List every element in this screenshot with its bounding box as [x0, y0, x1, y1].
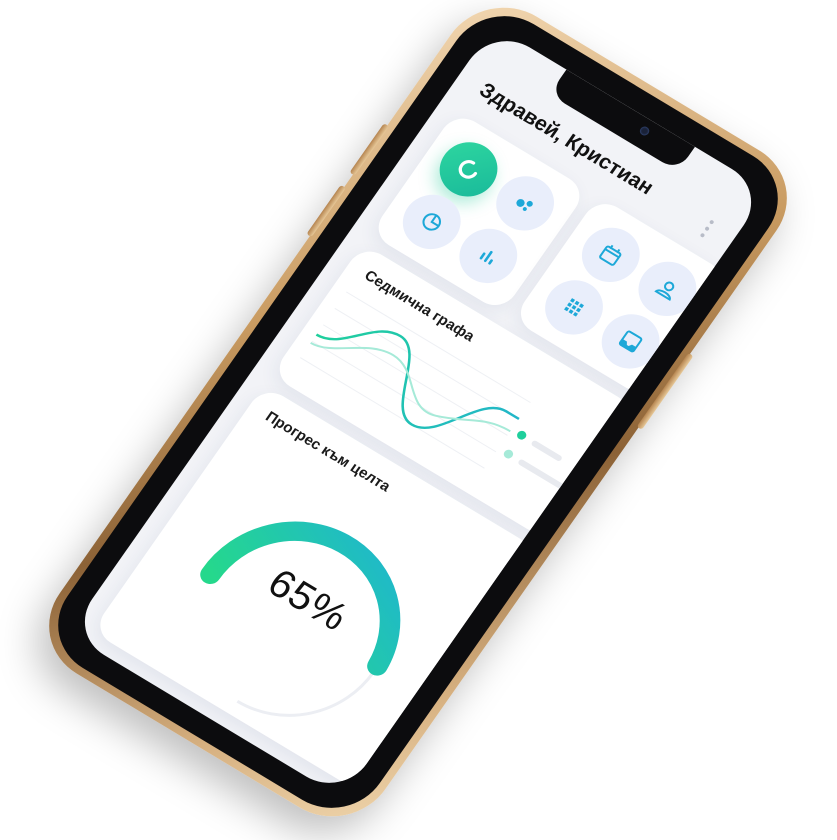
user-icon [654, 281, 675, 302]
bubbles-icon [516, 199, 533, 211]
donut-chart-icon [458, 160, 479, 179]
inbox-icon [618, 330, 643, 353]
phone-device: Здравей, Кристиан Седмична графа Прогрес… [25, 0, 811, 839]
app-screen: Здравей, Кристиан Седмична графа Прогрес… [68, 25, 768, 799]
legend-dot-2 [502, 448, 515, 461]
phone-bezel: Здравей, Кристиан Седмична графа Прогрес… [36, 0, 800, 828]
chart-legend [494, 429, 580, 503]
legend-line-1 [530, 439, 564, 462]
legend-dot-1 [515, 429, 529, 442]
calendar-icon [599, 244, 622, 266]
more-menu-icon[interactable] [697, 219, 716, 242]
bar-chart-icon [479, 250, 493, 265]
front-camera-icon [638, 125, 651, 138]
grid-icon [564, 298, 584, 317]
pie-chart-icon [422, 213, 442, 231]
